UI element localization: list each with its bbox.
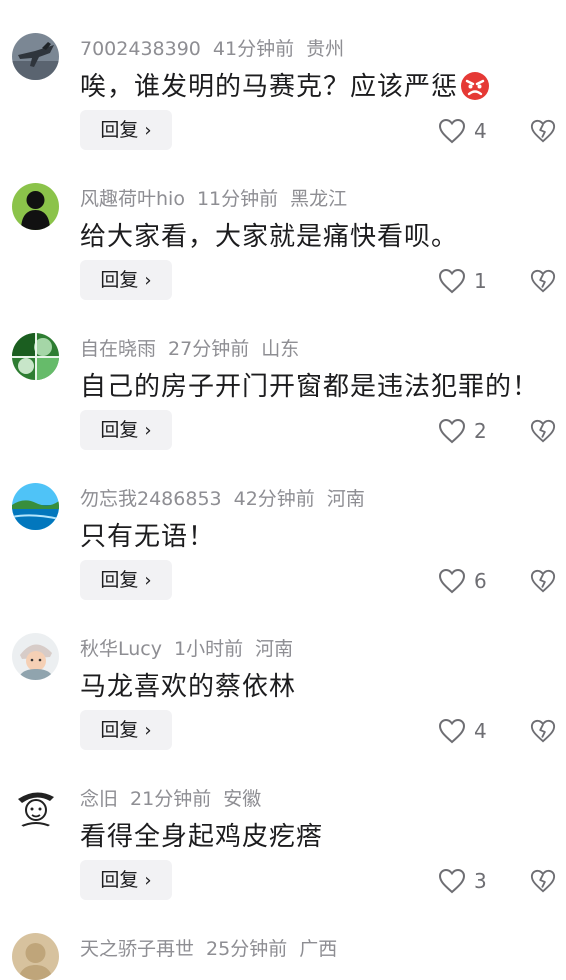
silhouette-avatar-image	[12, 183, 59, 230]
comment-item: 自在晓雨 27分钟前 山东 自己的房子开门开窗都是违法犯罪的！ 回复 › 2	[0, 300, 566, 450]
heart-icon	[438, 568, 466, 594]
reply-button[interactable]: 回复 ›	[80, 260, 172, 300]
heart-icon	[438, 868, 466, 894]
timestamp: 1小时前	[173, 638, 244, 660]
comment-meta: 自在晓雨 27分钟前 山东	[80, 334, 311, 361]
broken-heart-icon[interactable]	[530, 868, 556, 894]
chevron-right-icon: ›	[144, 270, 152, 291]
heart-icon	[438, 718, 466, 744]
like-count: 4	[474, 719, 487, 743]
like-count: 4	[474, 119, 487, 143]
lake-avatar-image	[12, 483, 59, 530]
reply-label: 回复	[100, 419, 139, 441]
timestamp: 27分钟前	[168, 338, 250, 360]
username[interactable]: 秋华Lucy	[80, 638, 162, 660]
chevron-right-icon: ›	[144, 870, 152, 891]
username[interactable]: 自在晓雨	[80, 338, 156, 360]
location: 河南	[255, 638, 294, 660]
avatar[interactable]	[12, 183, 59, 230]
timestamp: 21分钟前	[130, 788, 212, 810]
location: 河南	[326, 488, 365, 510]
like-button[interactable]: 4	[438, 118, 498, 144]
avatar[interactable]	[12, 33, 59, 80]
like-count: 2	[474, 419, 487, 443]
green-pattern-avatar-image	[12, 333, 59, 380]
comment-meta: 风趣荷叶hio 11分钟前 黑龙江	[80, 184, 359, 211]
like-count: 3	[474, 869, 487, 893]
broken-heart-icon[interactable]	[530, 118, 556, 144]
username[interactable]: 7002438390	[80, 38, 201, 60]
comment-item: 勿忘我2486853 42分钟前 河南 只有无语！ 回复 › 6	[0, 450, 566, 600]
avatar[interactable]	[12, 633, 59, 680]
comment-meta: 念旧 21分钟前 安徽	[80, 784, 273, 811]
angry-face-emoji-icon	[461, 72, 490, 100]
chevron-right-icon: ›	[144, 120, 152, 141]
heart-icon	[438, 268, 466, 294]
comment-text: 唉，谁发明的马赛克？应该严惩	[80, 66, 490, 103]
broken-heart-icon[interactable]	[530, 268, 556, 294]
chevron-right-icon: ›	[144, 720, 152, 741]
like-count: 1	[474, 269, 487, 293]
reply-label: 回复	[100, 719, 139, 741]
location: 山东	[261, 338, 300, 360]
like-button[interactable]: 6	[438, 568, 498, 594]
broken-heart-icon[interactable]	[530, 718, 556, 744]
reply-label: 回复	[100, 269, 139, 291]
beige-avatar-image	[12, 933, 59, 980]
username[interactable]: 天之骄子再世	[80, 938, 194, 960]
reply-label: 回复	[100, 869, 139, 891]
location: 广西	[299, 938, 338, 960]
like-button[interactable]: 3	[438, 868, 498, 894]
comment-text: 自己的房子开门开窗都是违法犯罪的！	[80, 372, 540, 402]
comment-meta: 勿忘我2486853 42分钟前 河南	[80, 484, 377, 511]
like-button[interactable]: 4	[438, 718, 498, 744]
jet-avatar-image	[12, 33, 59, 80]
username[interactable]: 风趣荷叶hio	[80, 188, 185, 210]
comment-meta: 秋华Lucy 1小时前 河南	[80, 634, 305, 661]
reply-button[interactable]: 回复 ›	[80, 710, 172, 750]
location: 安徽	[223, 788, 262, 810]
comment-item: 念旧 21分钟前 安徽 看得全身起鸡皮疙瘩 回复 › 3	[0, 750, 566, 900]
timestamp: 11分钟前	[196, 188, 279, 210]
comment-text: 马龙喜欢的蔡依林	[80, 672, 297, 702]
comment-meta: 天之骄子再世 25分钟前 广西	[80, 934, 349, 961]
like-count: 6	[474, 569, 487, 593]
avatar[interactable]	[12, 483, 59, 530]
avatar[interactable]	[12, 333, 59, 380]
person-avatar-image	[12, 633, 59, 680]
reply-button[interactable]: 回复 ›	[80, 110, 172, 150]
reply-label: 回复	[100, 569, 139, 591]
broken-heart-icon[interactable]	[530, 418, 556, 444]
comment-text-content: 唉，谁发明的马赛克？应该严惩	[80, 72, 459, 102]
reply-label: 回复	[100, 119, 139, 141]
broken-heart-icon[interactable]	[530, 568, 556, 594]
comment-text: 只有无语！	[80, 522, 216, 552]
username[interactable]: 勿忘我2486853	[80, 488, 222, 510]
avatar[interactable]	[12, 933, 59, 980]
username[interactable]: 念旧	[80, 788, 118, 810]
reply-button[interactable]: 回复 ›	[80, 860, 172, 900]
comment-text: 给大家看，大家就是痛快看呗。	[80, 222, 459, 252]
comment-item: 天之骄子再世 25分钟前 广西	[0, 900, 566, 980]
heart-icon	[438, 118, 466, 144]
reply-button[interactable]: 回复 ›	[80, 410, 172, 450]
sketch-avatar-image	[12, 783, 59, 830]
avatar[interactable]	[12, 783, 59, 830]
location: 贵州	[306, 38, 345, 60]
timestamp: 41分钟前	[212, 38, 295, 60]
timestamp: 42分钟前	[233, 488, 315, 510]
timestamp: 25分钟前	[206, 938, 288, 960]
comment-text: 看得全身起鸡皮疙瘩	[80, 822, 324, 852]
comment-meta: 7002438390 41分钟前 贵州	[80, 34, 356, 61]
like-button[interactable]: 1	[438, 268, 498, 294]
location: 黑龙江	[290, 188, 348, 210]
comment-item: 7002438390 41分钟前 贵州 唉，谁发明的马赛克？应该严惩 回复 › 4	[0, 0, 566, 150]
reply-button[interactable]: 回复 ›	[80, 560, 172, 600]
heart-icon	[438, 418, 466, 444]
comment-item: 秋华Lucy 1小时前 河南 马龙喜欢的蔡依林 回复 › 4	[0, 600, 566, 750]
like-button[interactable]: 2	[438, 418, 498, 444]
comment-item: 风趣荷叶hio 11分钟前 黑龙江 给大家看，大家就是痛快看呗。 回复 › 1	[0, 150, 566, 300]
chevron-right-icon: ›	[144, 570, 152, 591]
chevron-right-icon: ›	[144, 420, 152, 441]
